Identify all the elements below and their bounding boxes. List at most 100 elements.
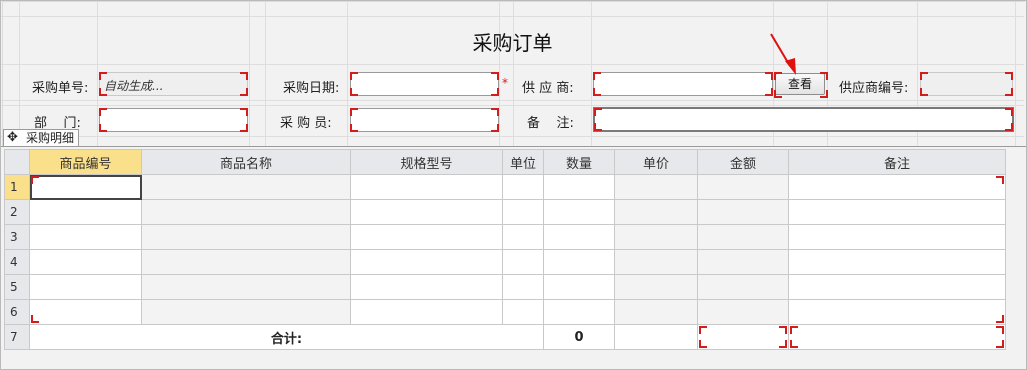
table-cell[interactable] xyxy=(697,199,789,225)
table-row: 3 xyxy=(4,224,1006,250)
table-cell[interactable] xyxy=(614,174,698,200)
supplier-code-field[interactable] xyxy=(920,72,1013,96)
table-cell[interactable] xyxy=(350,224,503,250)
table-cell[interactable] xyxy=(502,199,544,225)
table-cell[interactable] xyxy=(788,249,1006,275)
table-cell[interactable] xyxy=(350,249,503,275)
column-header[interactable]: 商品名称 xyxy=(141,149,351,175)
tab-purchase-detail-label: 采购明细 xyxy=(26,131,75,145)
table-cell[interactable] xyxy=(543,199,615,225)
dept-field[interactable] xyxy=(99,108,248,132)
row-number[interactable]: 3 xyxy=(4,224,30,250)
order-no-field[interactable]: 自动生成... xyxy=(99,72,248,96)
buyer-label: 采 购 员: xyxy=(280,116,332,131)
column-header[interactable]: 备注 xyxy=(788,149,1006,175)
column-header[interactable]: 单位 xyxy=(502,149,544,175)
table-cell[interactable] xyxy=(29,174,142,200)
row-number[interactable]: 7 xyxy=(4,324,30,350)
table-cell[interactable] xyxy=(697,174,789,200)
table-cell[interactable] xyxy=(29,224,142,250)
table-cell[interactable] xyxy=(29,199,142,225)
remark-label: 备 注: xyxy=(527,116,574,131)
table-row: 5 xyxy=(4,274,1006,300)
table-row: 2 xyxy=(4,199,1006,225)
table-cell[interactable] xyxy=(141,224,351,250)
supplier-field[interactable] xyxy=(593,72,773,96)
table-row: 1 xyxy=(4,174,1006,200)
column-header[interactable]: 规格型号 xyxy=(350,149,503,175)
table-cell[interactable] xyxy=(502,249,544,275)
date-label: 采购日期: xyxy=(283,81,340,96)
table-cell[interactable] xyxy=(141,199,351,225)
table-row: 6 xyxy=(4,299,1006,325)
column-header[interactable]: 金额 xyxy=(697,149,789,175)
table-header-row: 商品编号 商品名称 规格型号 单位 数量 单价 金额 备注 xyxy=(4,149,1006,175)
table-cell[interactable] xyxy=(350,274,503,300)
table-cell[interactable] xyxy=(788,199,1006,225)
table-cell[interactable] xyxy=(350,174,503,200)
divider xyxy=(1,146,1026,147)
order-no-value: 自动生成... xyxy=(104,79,164,93)
table-cell[interactable] xyxy=(350,199,503,225)
table-cell[interactable] xyxy=(141,174,351,200)
table-cell[interactable] xyxy=(788,299,1006,325)
table-cell[interactable] xyxy=(788,174,1006,200)
table-cell[interactable] xyxy=(502,274,544,300)
table-cell[interactable] xyxy=(141,274,351,300)
table-cell[interactable] xyxy=(543,249,615,275)
detail-table[interactable]: 商品编号 商品名称 规格型号 单位 数量 单价 金额 备注 1 2 3 4 5 … xyxy=(4,149,1006,350)
row-number[interactable]: 2 xyxy=(4,199,30,225)
date-field[interactable] xyxy=(350,72,499,96)
table-cell[interactable] xyxy=(614,274,698,300)
row-number[interactable]: 4 xyxy=(4,249,30,275)
form-canvas: 采购订单 采购单号: 自动生成... 采购日期: * 供 应 商: 查看 供应商… xyxy=(0,0,1027,370)
table-cell[interactable] xyxy=(29,249,142,275)
total-quantity: 0 xyxy=(543,324,615,350)
table-cell[interactable] xyxy=(502,174,544,200)
table-row: 4 xyxy=(4,249,1006,275)
table-cell[interactable] xyxy=(614,199,698,225)
table-cell[interactable] xyxy=(788,274,1006,300)
table-cell[interactable] xyxy=(543,224,615,250)
table-cell[interactable] xyxy=(788,224,1006,250)
row-number[interactable]: 1 xyxy=(4,174,30,200)
move-icon[interactable]: ✥ xyxy=(7,130,18,146)
column-header[interactable]: 商品编号 xyxy=(29,149,142,175)
table-cell[interactable] xyxy=(502,299,544,325)
table-cell[interactable] xyxy=(697,274,789,300)
supplier-code-label: 供应商编号: xyxy=(839,81,909,96)
row-number[interactable]: 5 xyxy=(4,274,30,300)
table-cell[interactable] xyxy=(614,224,698,250)
column-header[interactable]: 数量 xyxy=(543,149,615,175)
page-title: 采购订单 xyxy=(472,31,553,55)
total-amount-cell[interactable] xyxy=(697,324,789,350)
table-cell[interactable] xyxy=(543,299,615,325)
annotation-arrow-icon xyxy=(770,33,796,75)
column-header[interactable]: 单价 xyxy=(614,149,698,175)
table-cell[interactable] xyxy=(543,174,615,200)
buyer-field[interactable] xyxy=(350,108,499,132)
table-cell[interactable] xyxy=(29,274,142,300)
table-cell[interactable] xyxy=(502,224,544,250)
total-label: 合计: xyxy=(29,324,544,350)
row-number[interactable]: 6 xyxy=(4,299,30,325)
table-cell[interactable] xyxy=(141,299,351,325)
total-row: 7 合计: 0 xyxy=(4,324,1006,350)
table-cell[interactable] xyxy=(697,224,789,250)
table-cell[interactable] xyxy=(697,299,789,325)
table-cell[interactable] xyxy=(614,324,698,350)
order-no-label: 采购单号: xyxy=(32,81,89,96)
remark-field[interactable] xyxy=(593,107,1014,132)
table-cell[interactable] xyxy=(697,249,789,275)
table-cell[interactable] xyxy=(614,249,698,275)
tab-purchase-detail[interactable]: ✥ 采购明细 xyxy=(3,129,79,146)
table-cell[interactable] xyxy=(543,274,615,300)
corner-header[interactable] xyxy=(4,149,30,175)
table-cell[interactable] xyxy=(350,299,503,325)
total-remark-cell[interactable] xyxy=(788,324,1006,350)
table-cell[interactable] xyxy=(29,299,142,325)
required-marker: * xyxy=(502,76,508,90)
table-cell[interactable] xyxy=(141,249,351,275)
supplier-label: 供 应 商: xyxy=(522,81,574,96)
table-cell[interactable] xyxy=(614,299,698,325)
